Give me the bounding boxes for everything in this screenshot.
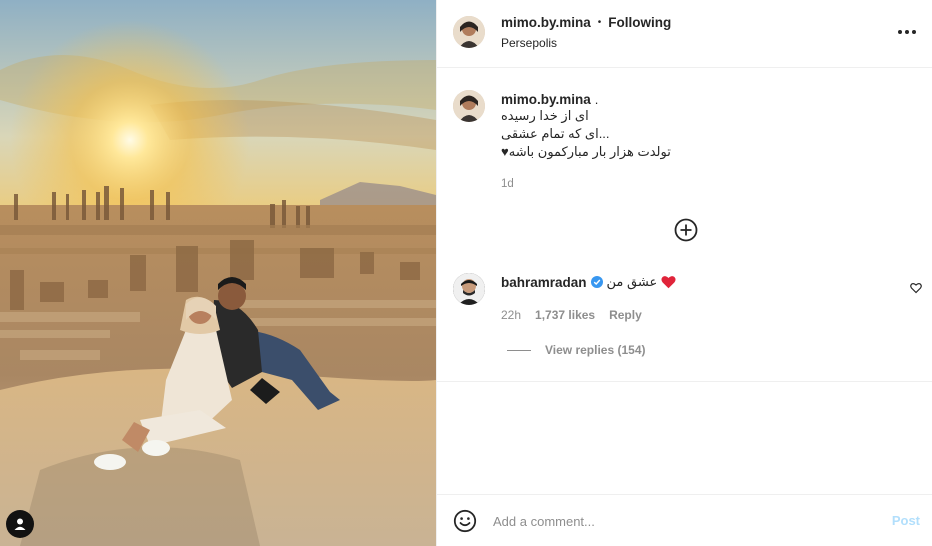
- more-dot: [898, 30, 902, 34]
- caption-timestamp[interactable]: 1d: [501, 178, 514, 190]
- comment-input[interactable]: [493, 509, 873, 533]
- comment-likes[interactable]: 1,737 likes: [535, 308, 595, 322]
- verified-badge-icon: [590, 276, 603, 288]
- comment-text: عشق من: [606, 274, 658, 289]
- avatar-image: [453, 90, 485, 122]
- comment-meta: 22h 1,737 likes Reply: [501, 308, 642, 322]
- post-header: mimo.by.mina • Following Persepolis: [437, 0, 932, 68]
- view-replies-label: View replies (154): [545, 343, 646, 357]
- caption-text: ای از خدا رسیده ...ای که تمام عشقی تولدت…: [501, 107, 801, 161]
- caption-body: mimo.by.mina . ای از خدا رسیده ...ای که …: [501, 92, 801, 161]
- comment-composer: Post: [437, 494, 932, 546]
- caption-suffix: .: [594, 92, 599, 107]
- post-photo[interactable]: [0, 0, 436, 546]
- like-comment-button[interactable]: [910, 282, 922, 294]
- replies-line: [507, 349, 531, 351]
- divider: [437, 381, 932, 382]
- caption-line: تولدت هزار بار مبارکمون باشه♥: [501, 144, 671, 159]
- author-username[interactable]: mimo.by.mina: [501, 15, 591, 30]
- post-comment-button[interactable]: Post: [892, 513, 920, 528]
- more-dot: [905, 30, 909, 34]
- emoji-picker-button[interactable]: [453, 509, 477, 533]
- commenter-username[interactable]: bahramradan: [501, 275, 587, 290]
- separator-dot: •: [597, 17, 602, 28]
- user-tag-button[interactable]: [6, 510, 34, 538]
- following-button[interactable]: Following: [608, 15, 671, 30]
- view-replies-button[interactable]: View replies (154): [507, 343, 646, 357]
- post-details-panel: mimo.by.mina • Following Persepolis mimo…: [436, 0, 932, 546]
- caption-avatar[interactable]: [453, 90, 485, 122]
- more-dot: [912, 30, 916, 34]
- load-more-comments-button[interactable]: [674, 218, 698, 242]
- caption-line: ...ای که تمام عشقی: [501, 126, 610, 141]
- more-options-icon[interactable]: [898, 24, 916, 40]
- commenter-avatar[interactable]: [453, 273, 485, 305]
- header-user-row: mimo.by.mina • Following: [501, 15, 671, 30]
- load-more-comments-icon: [674, 218, 698, 242]
- like-heart-icon: [910, 283, 922, 294]
- reply-button[interactable]: Reply: [609, 308, 642, 322]
- post-dialog: mimo.by.mina • Following Persepolis mimo…: [0, 0, 932, 546]
- caption-user-row: mimo.by.mina .: [501, 92, 801, 107]
- comment-body: bahramradan عشق من: [501, 274, 676, 290]
- emoji-icon: [453, 509, 477, 533]
- caption-username[interactable]: mimo.by.mina: [501, 92, 591, 107]
- avatar-image: [453, 273, 485, 305]
- user-tag-icon: [14, 518, 26, 530]
- photo-illustration: [0, 0, 436, 546]
- avatar-image: [453, 16, 485, 48]
- comment-timestamp[interactable]: 22h: [501, 308, 521, 322]
- post-location[interactable]: Persepolis: [501, 36, 557, 50]
- caption-line: ای از خدا رسیده: [501, 108, 589, 123]
- author-avatar[interactable]: [453, 16, 485, 48]
- red-heart-emoji-icon: [661, 276, 676, 289]
